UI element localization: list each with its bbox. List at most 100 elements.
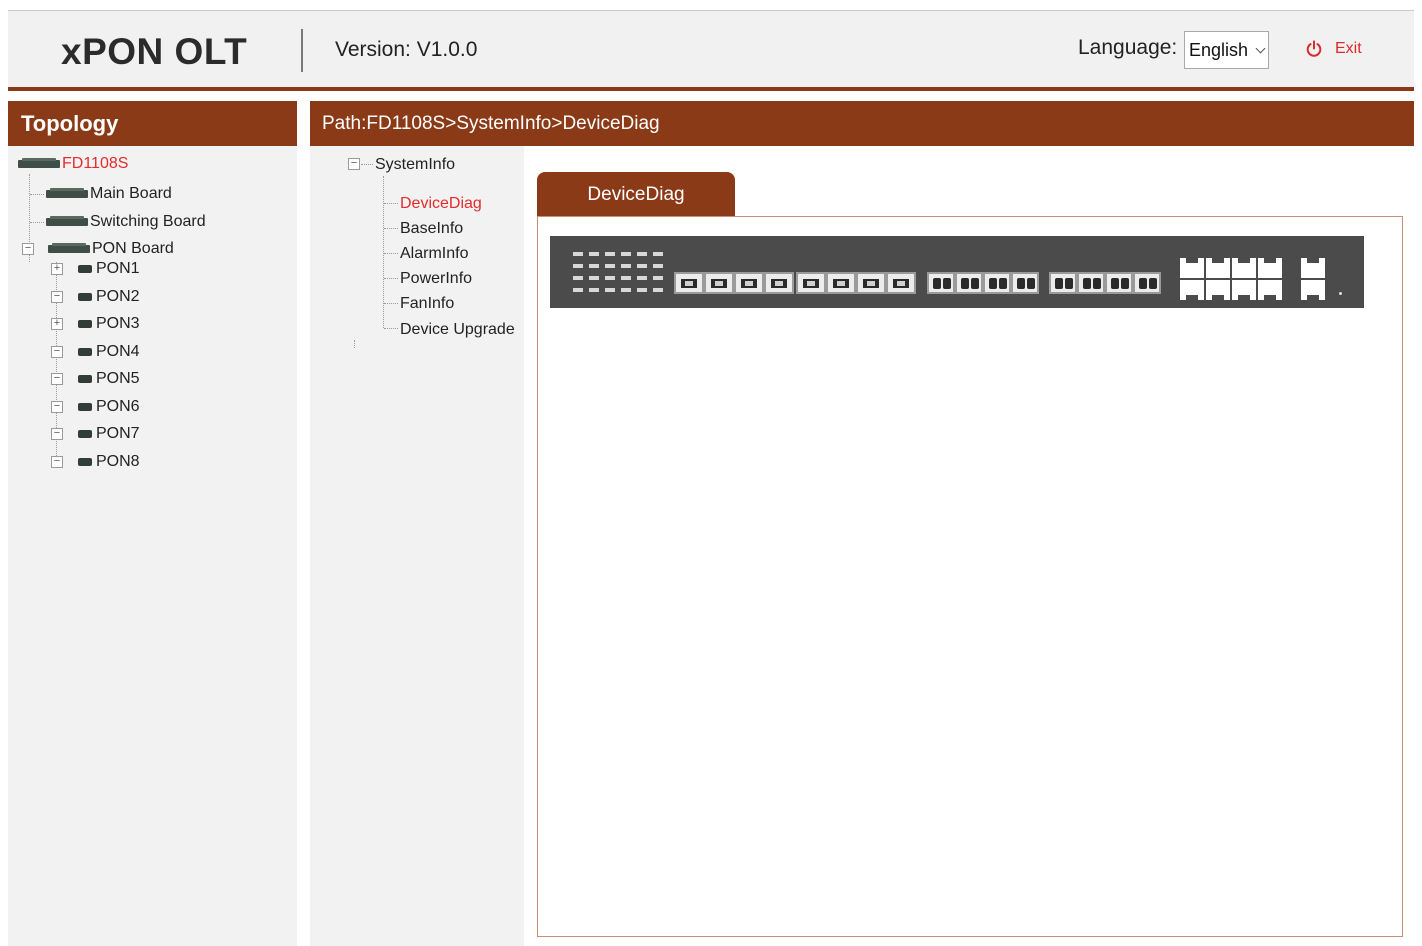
tree-line — [384, 203, 398, 204]
tree-node-pon4[interactable]: PON4 — [78, 343, 140, 361]
collapse-icon[interactable]: − — [51, 401, 63, 413]
tree-node-label: PON Board — [92, 240, 174, 257]
sfp-port[interactable] — [1105, 272, 1133, 294]
tree-node-pon3[interactable]: PON3 — [78, 315, 140, 333]
ethernet-port[interactable] — [1206, 280, 1230, 300]
board-icon — [46, 216, 88, 226]
sfp-port[interactable] — [1011, 272, 1039, 294]
tree-node-pon6[interactable]: PON6 — [78, 398, 140, 416]
tab-content — [537, 216, 1403, 937]
pon-port[interactable] — [886, 272, 916, 294]
menu-item-alarminfo[interactable]: AlarmInfo — [400, 245, 468, 263]
tree-node-label: FD1108S — [62, 155, 129, 172]
tree-line — [384, 328, 398, 329]
pon-icon — [78, 403, 92, 411]
menu-root-systeminfo[interactable]: SystemInfo — [375, 156, 455, 174]
breadcrumb: Path:FD1108S>SystemInfo>DeviceDiag — [310, 101, 1414, 146]
expand-icon[interactable]: + — [51, 263, 63, 275]
exit-label: Exit — [1335, 40, 1362, 57]
tree-node-label: PON2 — [96, 288, 140, 305]
pon-icon — [78, 293, 92, 301]
reset-hole — [1339, 292, 1342, 295]
sfp-port[interactable] — [927, 272, 955, 294]
tree-node-label: PON5 — [96, 370, 140, 387]
ethernet-port[interactable] — [1180, 258, 1204, 278]
tree-node-pon2[interactable]: PON2 — [78, 288, 140, 306]
version-label: Version: V1.0.0 — [335, 38, 478, 61]
language-selected-value: English — [1189, 40, 1249, 60]
tree-node-label: Main Board — [90, 185, 172, 202]
pon-port[interactable] — [674, 272, 704, 294]
tab-devicediag[interactable]: DeviceDiag — [537, 172, 735, 216]
collapse-icon[interactable]: − — [22, 243, 34, 255]
system-menu: − SystemInfo DeviceDiag BaseInfo AlarmIn… — [310, 146, 524, 946]
collapse-icon[interactable]: − — [51, 291, 63, 303]
collapse-icon[interactable]: − — [51, 428, 63, 440]
pon-port[interactable] — [826, 272, 856, 294]
power-icon — [1306, 40, 1322, 57]
ethernet-port[interactable] — [1258, 280, 1282, 300]
exit-button[interactable]: Exit — [1305, 40, 1362, 58]
menu-item-devicediag[interactable]: DeviceDiag — [400, 195, 482, 213]
collapse-icon[interactable]: − — [51, 456, 63, 468]
tree-line — [361, 164, 373, 165]
sfp-port[interactable] — [1077, 272, 1105, 294]
tree-node-switching-board[interactable]: Switching Board — [46, 213, 206, 231]
pon-port[interactable] — [856, 272, 886, 294]
tree-line — [384, 253, 398, 254]
ethernet-port[interactable] — [1232, 258, 1256, 278]
sfp-port[interactable] — [983, 272, 1011, 294]
sfp-port[interactable] — [955, 272, 983, 294]
tree-node-pon7[interactable]: PON7 — [78, 425, 140, 443]
tree-node-root[interactable]: FD1108S — [18, 155, 128, 173]
tree-node-pon5[interactable]: PON5 — [78, 370, 140, 388]
tree-node-label: PON7 — [96, 425, 140, 442]
app-header: xPON OLT Version: V1.0.0 Language: Engli… — [8, 11, 1414, 87]
menu-item-powerinfo[interactable]: PowerInfo — [400, 270, 472, 288]
tree-line — [384, 278, 398, 279]
ethernet-port[interactable] — [1258, 258, 1282, 278]
tree-node-pon8[interactable]: PON8 — [78, 453, 140, 471]
tree-line — [354, 340, 355, 348]
tree-node-pon-board[interactable]: PON Board — [48, 240, 174, 258]
ethernet-port[interactable] — [1232, 280, 1256, 300]
collapse-icon[interactable]: − — [51, 346, 63, 358]
device-front-panel — [550, 236, 1364, 308]
pon-port[interactable] — [734, 272, 764, 294]
header-divider — [301, 29, 303, 72]
language-select[interactable]: English — [1184, 31, 1269, 69]
tree-node-label: PON1 — [96, 260, 140, 277]
sfp-port[interactable] — [1049, 272, 1077, 294]
tree-line — [383, 176, 384, 328]
pon-icon — [78, 265, 92, 273]
tree-node-label: Switching Board — [90, 213, 206, 230]
language-label: Language: — [1078, 36, 1178, 59]
menu-item-baseinfo[interactable]: BaseInfo — [400, 220, 463, 238]
app-root: xPON OLT Version: V1.0.0 Language: Engli… — [0, 0, 1422, 946]
menu-item-faninfo[interactable]: FanInfo — [400, 295, 454, 313]
tree-node-pon1[interactable]: PON1 — [78, 260, 140, 278]
pon-port[interactable] — [764, 272, 794, 294]
ethernet-port[interactable] — [1206, 258, 1230, 278]
topology-panel: Topology FD1108S Main Board Switching Bo… — [8, 101, 297, 946]
collapse-icon[interactable]: − — [51, 373, 63, 385]
pon-port[interactable] — [704, 272, 734, 294]
pon-port[interactable] — [796, 272, 826, 294]
pon-icon — [78, 458, 92, 466]
console-port[interactable] — [1301, 258, 1325, 278]
collapse-icon[interactable]: − — [348, 158, 360, 170]
tree-node-label: PON3 — [96, 315, 140, 332]
tree-line — [384, 228, 398, 229]
header-accent-bar — [8, 87, 1414, 91]
ethernet-port[interactable] — [1180, 280, 1204, 300]
sfp-port[interactable] — [1133, 272, 1161, 294]
pon-icon — [78, 375, 92, 383]
main-panel: Path:FD1108S>SystemInfo>DeviceDiag − Sys… — [310, 101, 1414, 946]
expand-icon[interactable]: + — [51, 318, 63, 330]
device-icon — [18, 158, 60, 168]
tree-node-main-board[interactable]: Main Board — [46, 185, 172, 203]
menu-item-device-upgrade[interactable]: Device Upgrade — [400, 321, 515, 339]
aux-port[interactable] — [1301, 280, 1325, 300]
app-logo: xPON OLT — [61, 31, 248, 72]
pon-icon — [78, 348, 92, 356]
